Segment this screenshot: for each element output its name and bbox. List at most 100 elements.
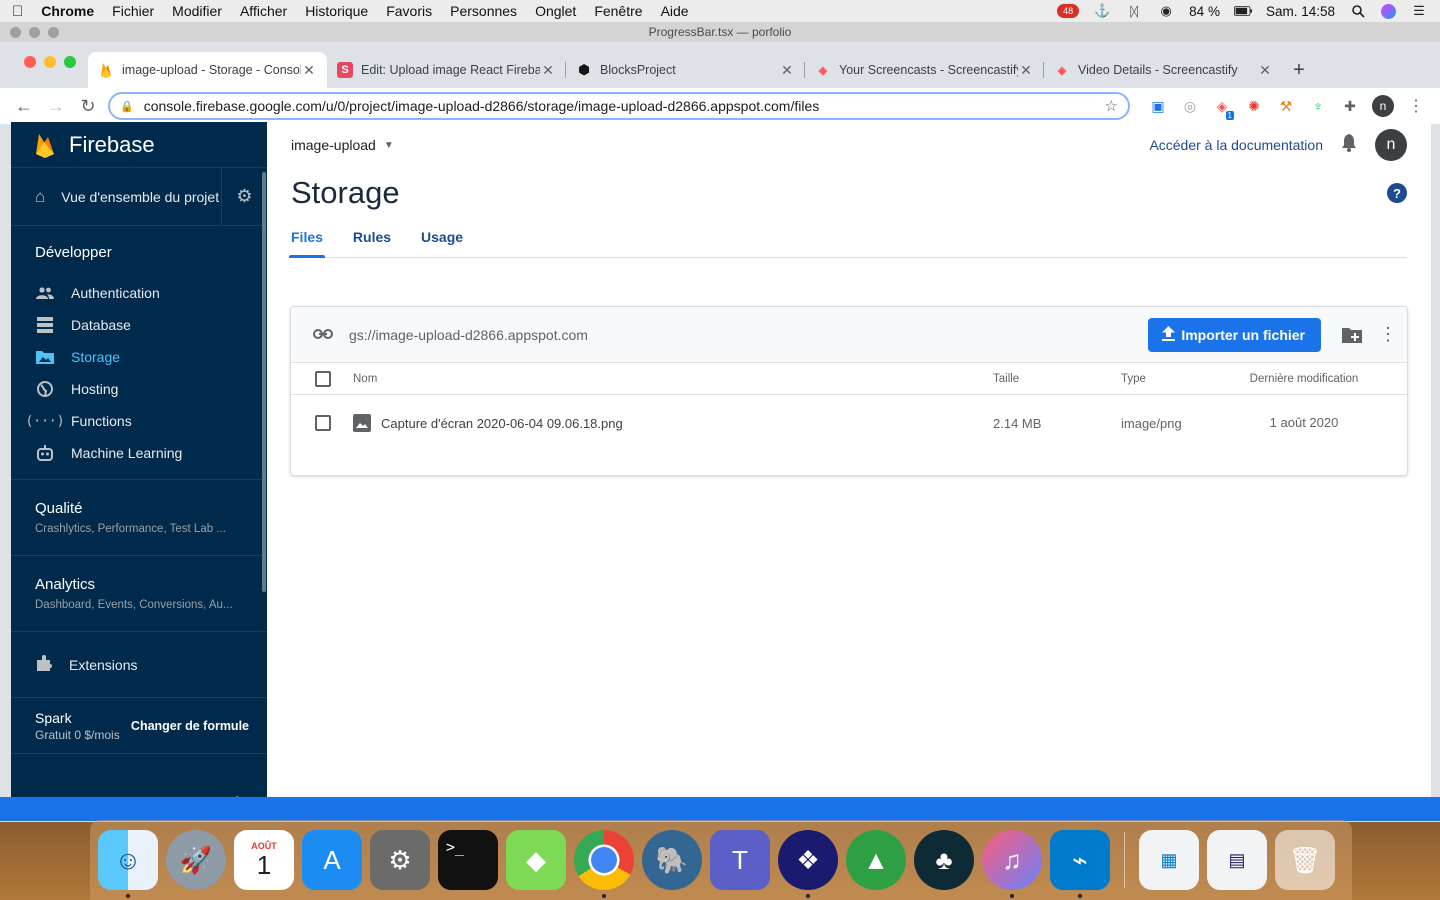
sidebar-scrollbar[interactable] [262, 172, 266, 592]
close-tab-icon[interactable]: ✕ [540, 62, 556, 79]
lock-icon[interactable]: 🔒 [120, 100, 134, 113]
menu-app-name[interactable]: Chrome [41, 3, 94, 19]
profile-avatar[interactable]: n [1372, 95, 1394, 117]
create-folder-icon[interactable] [1339, 322, 1365, 348]
tab-rules[interactable]: Rules [353, 217, 405, 257]
menu-item[interactable]: Historique [305, 3, 368, 19]
firebase-brand[interactable]: Firebase [11, 122, 267, 168]
reload-icon[interactable]: ↻ [72, 92, 104, 120]
teams-icon[interactable]: T [710, 830, 770, 890]
battery-percent[interactable]: 84 % [1189, 4, 1220, 19]
terminal-icon[interactable]: >_ [438, 830, 498, 890]
back-arrow-icon[interactable]: ← [8, 92, 40, 120]
sidebar-group-quality[interactable]: Qualité Crashlytics, Performance, Test L… [11, 480, 267, 556]
minimized-window-1[interactable]: ▦ [1139, 830, 1199, 890]
launchpad-icon[interactable]: 🚀 [166, 830, 226, 890]
docker-icon[interactable]: ⚓ [1093, 3, 1111, 18]
maximize-window-icon[interactable] [64, 56, 76, 68]
finder-icon[interactable]: ☺ [98, 830, 158, 898]
menu-item[interactable]: Fenêtre [594, 3, 642, 19]
minimize-window-icon[interactable] [44, 56, 56, 68]
spotlight-search-icon[interactable] [1349, 4, 1367, 18]
help-icon[interactable]: ? [1387, 183, 1407, 203]
dropbox-icon[interactable]: ❖ [778, 830, 838, 898]
extension-screencastify-icon[interactable]: ◈ 1 [1206, 92, 1238, 120]
sidebar-group-analytics[interactable]: Analytics Dashboard, Events, Conversions… [11, 556, 267, 632]
menu-item[interactable]: Favoris [386, 3, 432, 19]
column-header-type[interactable]: Type [1121, 373, 1249, 385]
sidebar-item-database[interactable]: Database [11, 309, 267, 341]
calendar-icon[interactable]: AOÛT 1 [234, 830, 294, 890]
sidebar-item-authentication[interactable]: Authentication [11, 277, 267, 309]
browser-menu-icon[interactable]: ⋮ [1400, 92, 1432, 120]
gitkraken-icon[interactable]: ♣ [914, 830, 974, 890]
select-all-checkbox[interactable] [315, 370, 331, 387]
bookmark-star-icon[interactable]: ☆ [1105, 97, 1118, 115]
extension-colorwheel-icon[interactable]: ✺ [1238, 92, 1270, 120]
address-bar[interactable]: 🔒 console.firebase.google.com/u/0/projec… [108, 92, 1130, 120]
menu-item[interactable]: Aide [661, 3, 689, 19]
minimized-window-2[interactable]: ▤ [1207, 830, 1267, 890]
sidebar-item-hosting[interactable]: Hosting [11, 373, 267, 405]
close-tab-icon[interactable]: ✕ [1018, 62, 1034, 79]
apple-menu-icon[interactable]:  [12, 3, 23, 20]
wifi-icon[interactable]: ◉ [1157, 3, 1175, 18]
postgresql-icon[interactable]: 🐘 [642, 830, 702, 890]
extension-tree-icon[interactable]: ♆ [1302, 92, 1334, 120]
extension-camera-icon[interactable]: ◎ [1174, 92, 1206, 120]
robo-icon[interactable]: ▲ [846, 830, 906, 890]
row-checkbox[interactable] [315, 415, 331, 431]
upload-file-button[interactable]: Importer un fichier [1148, 317, 1321, 352]
gear-icon[interactable]: ⚙ [221, 168, 267, 225]
app-store-icon[interactable]: A [302, 830, 362, 890]
browser-tab[interactable]: ◈ Video Details - Screencastify ✕ [1044, 52, 1283, 88]
extensions-puzzle-icon[interactable]: ✚ [1334, 92, 1366, 120]
sidebar-item-extensions[interactable]: Extensions [11, 632, 267, 698]
sidebar-item-functions[interactable]: (···) Functions [11, 405, 267, 437]
battery-icon[interactable] [1233, 4, 1252, 18]
close-tab-icon[interactable]: ✕ [1257, 62, 1273, 79]
tab-files[interactable]: Files [289, 217, 337, 258]
browser-tab[interactable]: image-upload - Storage - Console Firebas… [88, 52, 327, 88]
close-tab-icon[interactable]: ✕ [301, 62, 317, 79]
music-icon[interactable]: ♫ [982, 830, 1042, 898]
table-row[interactable]: Capture d'écran 2020-06-04 09.06.18.png … [291, 395, 1407, 451]
column-header-modified[interactable]: Dernière modification [1249, 372, 1359, 386]
new-tab-button[interactable]: + [1283, 52, 1315, 88]
browser-tab[interactable]: S Edit: Upload image React Firebase ✕ [327, 52, 566, 88]
menu-item[interactable]: Personnes [450, 3, 517, 19]
column-header-size[interactable]: Taille [993, 373, 1121, 385]
column-header-name[interactable]: Nom [353, 373, 993, 385]
menu-item[interactable]: Afficher [240, 3, 287, 19]
system-preferences-icon[interactable]: ⚙ [370, 830, 430, 890]
siri-icon[interactable] [1381, 3, 1396, 19]
url-text[interactable]: console.firebase.google.com/u/0/project/… [144, 98, 1105, 114]
menu-item[interactable]: Fichier [112, 3, 154, 19]
close-window-icon[interactable] [24, 56, 36, 68]
extension-tools-icon[interactable]: ⚒ [1270, 92, 1302, 120]
browser-tab[interactable]: ⬢ BlocksProject ✕ [566, 52, 805, 88]
file-name[interactable]: Capture d'écran 2020-06-04 09.06.18.png [381, 416, 623, 431]
link-icon[interactable] [313, 326, 333, 344]
bell-icon[interactable] [1341, 133, 1357, 157]
more-options-icon[interactable]: ⋮ [1379, 324, 1397, 345]
menu-item[interactable]: Modifier [172, 3, 222, 19]
chrome-icon[interactable] [574, 830, 634, 898]
project-overview-item[interactable]: ⌂ Vue d'ensemble du projet ⚙ [11, 168, 267, 226]
notification-center-icon[interactable]: ☰ [1410, 3, 1428, 18]
bluetooth-icon[interactable]: ᛞ [1125, 4, 1143, 19]
menu-item[interactable]: Onglet [535, 3, 576, 19]
status-badge-icon[interactable]: 48 [1057, 4, 1080, 18]
extension-cast-icon[interactable]: ▣ [1142, 92, 1174, 120]
cube-app-icon[interactable]: ◆ [506, 830, 566, 890]
vscode-icon[interactable]: ⌁ [1050, 830, 1110, 898]
change-plan-button[interactable]: Changer de formule [131, 719, 249, 733]
forward-arrow-icon[interactable]: → [40, 92, 72, 120]
clock[interactable]: Sam. 14:58 [1266, 4, 1335, 19]
sidebar-item-machine-learning[interactable]: Machine Learning [11, 437, 267, 469]
user-avatar[interactable]: n [1375, 129, 1407, 161]
close-tab-icon[interactable]: ✕ [779, 62, 795, 79]
docs-link[interactable]: Accéder à la documentation [1149, 137, 1323, 153]
tab-usage[interactable]: Usage [421, 217, 477, 257]
project-selector[interactable]: image-upload ▼ [291, 137, 394, 153]
